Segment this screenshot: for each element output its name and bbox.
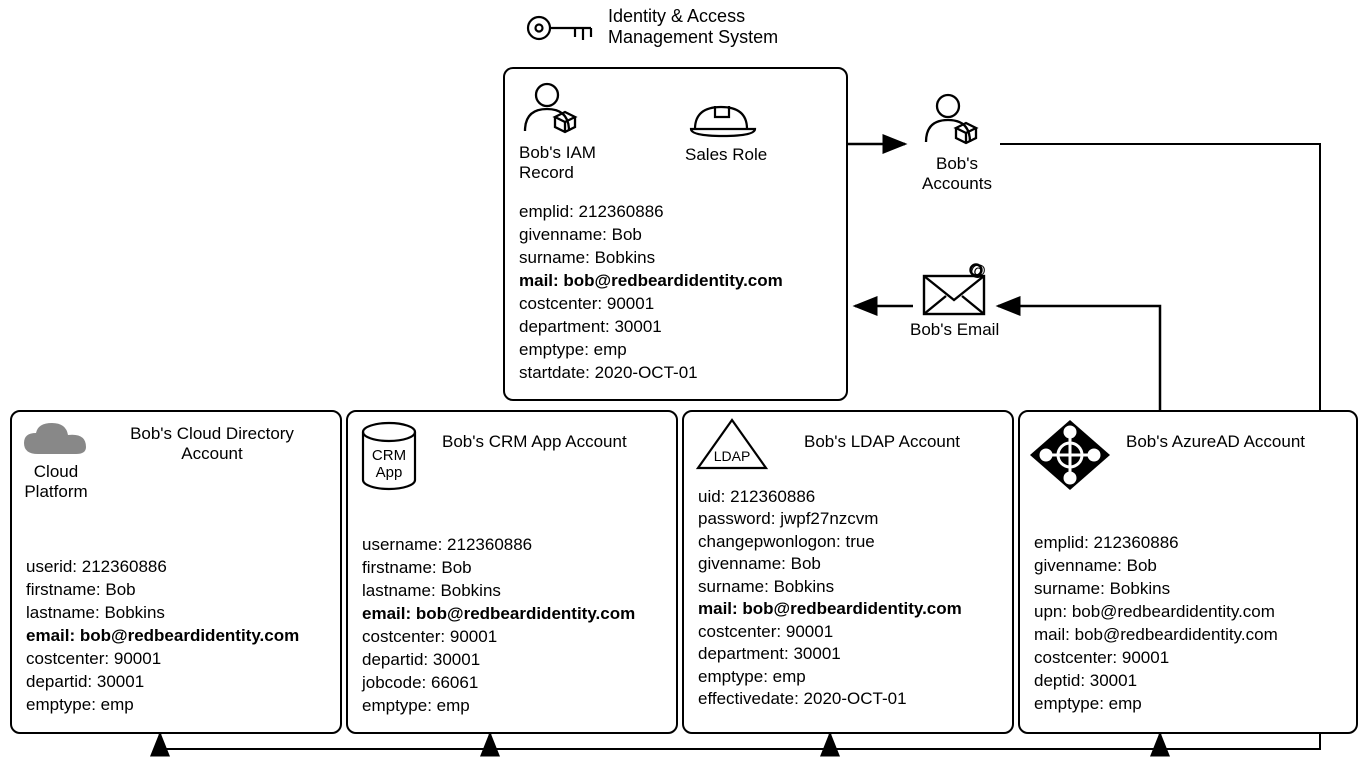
attr-row: departid: 30001: [362, 649, 635, 672]
attr-row: firstname: Bob: [26, 579, 299, 602]
attr-row: email: bob@redbeardidentity.com: [26, 625, 299, 648]
attr-row: upn: bob@redbeardidentity.com: [1034, 601, 1278, 624]
attr-row: emptype: emp: [26, 694, 299, 717]
database-icon: CRM App: [356, 420, 422, 496]
attr-row: emptype: emp: [1034, 693, 1278, 716]
ldap-attrs: uid: 212360886password: jwpf27nzcvmchang…: [698, 486, 962, 710]
cloud-box: Cloud Platform Bob's Cloud Directory Acc…: [10, 410, 342, 734]
attr-row: uid: 212360886: [698, 486, 962, 508]
attr-row: costcenter: 90001: [26, 648, 299, 671]
ldap-box: LDAP Bob's LDAP Account uid: 212360886pa…: [682, 410, 1014, 734]
attr-row: password: jwpf27nzcvm: [698, 508, 962, 530]
attr-row: department: 30001: [698, 643, 962, 665]
attr-row: mail: bob@redbeardidentity.com: [698, 598, 962, 620]
attr-row: surname: Bobkins: [1034, 578, 1278, 601]
attr-row: changepwonlogon: true: [698, 531, 962, 553]
attr-row: costcenter: 90001: [1034, 647, 1278, 670]
attr-row: emptype: emp: [362, 695, 635, 718]
diagram-canvas: Identity & Access Management System Bob'…: [0, 0, 1364, 770]
attr-row: costcenter: 90001: [698, 621, 962, 643]
ldap-title: Bob's LDAP Account: [804, 432, 960, 452]
attr-row: mail: bob@redbeardidentity.com: [1034, 624, 1278, 647]
attr-row: emptype: emp: [698, 666, 962, 688]
attr-row: lastname: Bobkins: [26, 602, 299, 625]
attr-row: departid: 30001: [26, 671, 299, 694]
attr-row: username: 212360886: [362, 534, 635, 557]
attr-row: effectivedate: 2020-OCT-01: [698, 688, 962, 710]
crm-title: Bob's CRM App Account: [442, 432, 627, 452]
attr-row: lastname: Bobkins: [362, 580, 635, 603]
cloud-icon-label: Cloud Platform: [18, 462, 94, 502]
attr-row: givenname: Bob: [698, 553, 962, 575]
crm-attrs: username: 212360886firstname: Boblastnam…: [362, 534, 635, 718]
azure-ad-icon: [1026, 416, 1114, 494]
attr-row: costcenter: 90001: [362, 626, 635, 649]
attr-row: emplid: 212360886: [1034, 532, 1278, 555]
attr-row: surname: Bobkins: [698, 576, 962, 598]
attr-row: userid: 212360886: [26, 556, 299, 579]
cloud-attrs: userid: 212360886firstname: Boblastname:…: [26, 556, 299, 717]
attr-row: deptid: 30001: [1034, 670, 1278, 693]
azure-box: Bob's AzureAD Account emplid: 212360886g…: [1018, 410, 1358, 734]
cloud-icon: [20, 422, 90, 462]
attr-row: jobcode: 66061: [362, 672, 635, 695]
azure-attrs: emplid: 212360886givenname: Bobsurname: …: [1034, 532, 1278, 716]
attr-row: givenname: Bob: [1034, 555, 1278, 578]
cloud-title: Bob's Cloud Directory Account: [112, 424, 312, 464]
attr-row: email: bob@redbeardidentity.com: [362, 603, 635, 626]
azure-title: Bob's AzureAD Account: [1126, 432, 1305, 452]
attr-row: firstname: Bob: [362, 557, 635, 580]
triangle-icon: LDAP: [692, 416, 772, 474]
crm-box: CRM App Bob's CRM App Account username: …: [346, 410, 678, 734]
